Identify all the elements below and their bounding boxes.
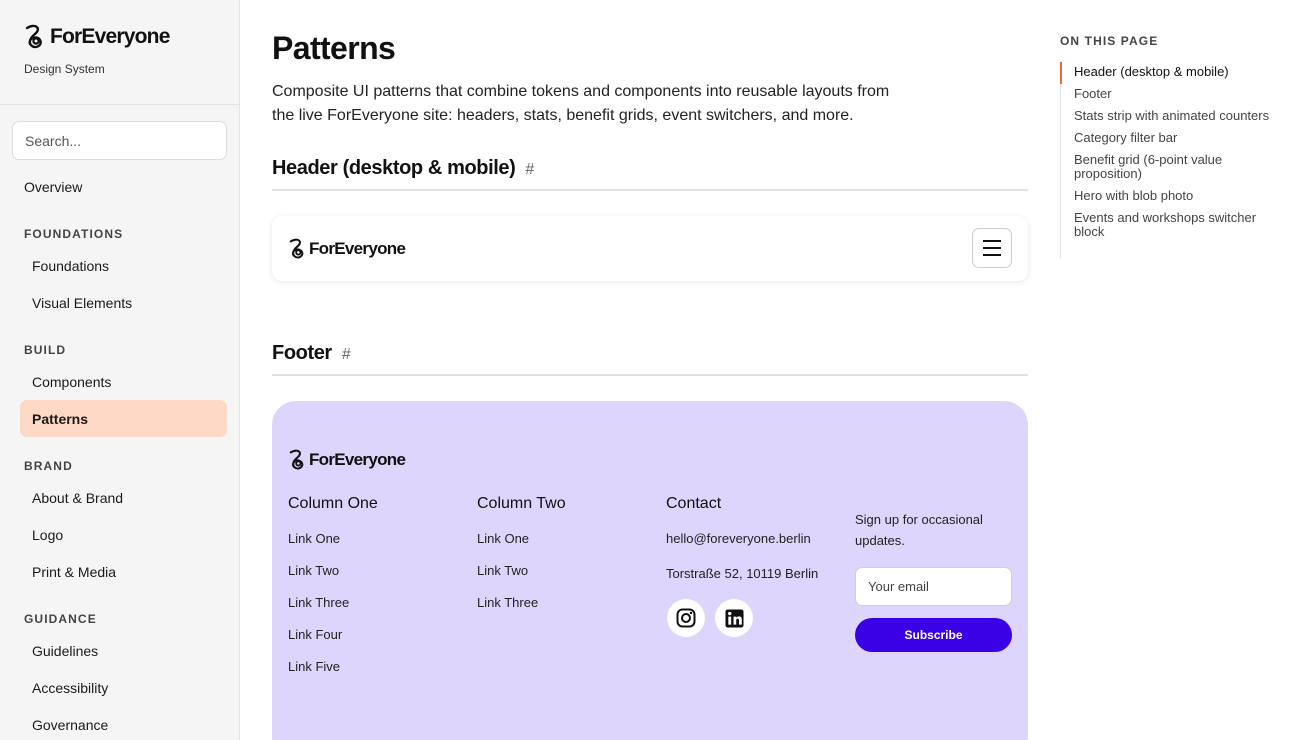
sidebar-item-patterns[interactable]: Patterns (20, 400, 227, 437)
brand-subtitle: Design System (24, 62, 105, 76)
toc-item-stats-strip[interactable]: Stats strip with animated counters (1074, 109, 1274, 123)
toc-title: ON THIS PAGE (1060, 34, 1159, 48)
instagram-link[interactable] (667, 599, 705, 637)
linkedin-link[interactable] (715, 599, 753, 637)
sidebar-item-accessibility[interactable]: Accessibility (20, 669, 227, 706)
brand-logo-icon (25, 24, 42, 49)
header-demo-brand-name: ForEveryone (309, 239, 406, 258)
anchor-link[interactable]: # (342, 346, 351, 364)
toc-item-footer[interactable]: Footer (1074, 87, 1274, 101)
sidebar-section-foundations: FOUNDATIONS (24, 227, 124, 241)
sidebar-item-guidelines[interactable]: Guidelines (20, 632, 227, 669)
subscribe-button[interactable]: Subscribe (855, 618, 1012, 652)
toc-active-indicator (1060, 62, 1062, 84)
sidebar-section-brand: BRAND (24, 459, 73, 473)
footer-column-title: Column One (288, 495, 378, 512)
footer-link[interactable]: Link One (477, 531, 566, 547)
email-input[interactable] (855, 567, 1012, 606)
toc-item-category-filter[interactable]: Category filter bar (1074, 131, 1274, 145)
sidebar: ForEveryone Design System Overview FOUND… (0, 0, 240, 740)
brand-name: ForEveryone (50, 25, 170, 48)
brand[interactable]: ForEveryone Design System (24, 24, 170, 76)
toc-item-header[interactable]: Header (desktop & mobile) (1074, 65, 1274, 79)
sidebar-item-visual-elements[interactable]: Visual Elements (20, 284, 227, 321)
footer-demo-brand-name: ForEveryone (309, 450, 406, 469)
footer-link[interactable]: Link Two (288, 563, 378, 579)
footer-column-title: Contact (666, 495, 722, 512)
toc-rail (1060, 62, 1061, 258)
footer-link[interactable]: Link Three (288, 595, 378, 611)
sidebar-section-build: BUILD (24, 343, 67, 357)
hamburger-icon-bar (983, 254, 1001, 256)
header-demo: ForEveryone (272, 216, 1028, 281)
signup-text: Sign up for occasional updates. (855, 512, 983, 548)
footer-column-two: Column Two Link One Link Two Link Three (477, 495, 566, 611)
sidebar-item-logo[interactable]: Logo (20, 516, 227, 553)
footer-demo: ForEveryone Column One Link One Link Two… (272, 401, 1028, 740)
linkedin-icon (724, 608, 744, 628)
brand-logo-icon (289, 449, 304, 470)
sidebar-item-governance[interactable]: Governance (20, 706, 227, 740)
contact-email[interactable]: hello@foreveryone.berlin (666, 531, 818, 547)
section-heading-header: Header (desktop & mobile) # (272, 157, 1028, 180)
toc-list: Header (desktop & mobile) Footer Stats s… (1074, 65, 1274, 247)
contact-address: Torstraße 52, 10119 Berlin (666, 566, 819, 581)
page-title: Patterns (272, 30, 396, 66)
footer-link[interactable]: Link Five (288, 659, 378, 675)
search-input[interactable] (12, 121, 227, 160)
sidebar-item-foundations[interactable]: Foundations (20, 247, 227, 284)
footer-link[interactable]: Link Three (477, 595, 566, 611)
footer-link[interactable]: Link One (288, 531, 378, 547)
hamburger-icon-bar (983, 240, 1001, 242)
footer-column-one: Column One Link One Link Two Link Three … (288, 495, 378, 675)
footer-demo-logo[interactable]: ForEveryone (288, 449, 406, 471)
section-heading-text: Footer (272, 342, 332, 364)
hamburger-menu-button[interactable] (972, 228, 1012, 268)
footer-link[interactable]: Link Two (477, 563, 566, 579)
page-description: Composite UI patterns that combine token… (272, 83, 890, 124)
header-demo-logo[interactable]: ForEveryone (288, 238, 406, 260)
section-heading-text: Header (desktop & mobile) (272, 157, 516, 179)
toc-item-benefit-grid[interactable]: Benefit grid (6-point value proposition) (1074, 153, 1274, 181)
brand-logo-icon (289, 238, 304, 259)
sidebar-item-overview[interactable]: Overview (12, 168, 219, 205)
footer-contact: Contact hello@foreveryone.berlin Torstra… (666, 495, 818, 582)
section-divider (272, 374, 1028, 376)
sidebar-item-components[interactable]: Components (20, 363, 227, 400)
toc-item-hero[interactable]: Hero with blob photo (1074, 189, 1274, 203)
footer-column-title: Column Two (477, 495, 566, 512)
hamburger-icon-bar (983, 247, 1001, 249)
toc-item-events-switcher[interactable]: Events and workshops switcher block (1074, 211, 1274, 239)
instagram-icon (676, 608, 696, 628)
footer-link[interactable]: Link Four (288, 627, 378, 643)
sidebar-item-about-brand[interactable]: About & Brand (20, 479, 227, 516)
section-divider (272, 189, 1028, 191)
section-heading-footer: Footer # (272, 342, 1028, 365)
anchor-link[interactable]: # (525, 161, 534, 179)
sidebar-item-print-media[interactable]: Print & Media (20, 553, 227, 590)
sidebar-section-guidance: GUIDANCE (24, 612, 97, 626)
sidebar-divider (0, 104, 240, 105)
